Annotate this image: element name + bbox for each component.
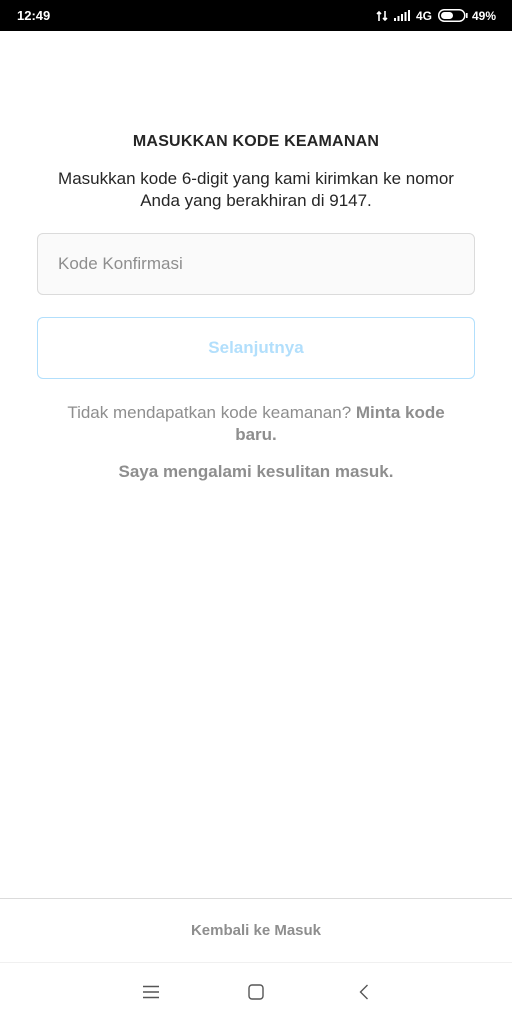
confirmation-code-field[interactable] (37, 233, 475, 295)
back-icon (359, 984, 369, 1005)
home-button[interactable] (243, 981, 269, 1007)
status-bar: 12:49 4G 49% (0, 0, 512, 31)
system-navigation-bar (0, 962, 512, 1024)
signal-arrows-icon (376, 10, 388, 22)
battery-percent: 49% (471, 8, 496, 23)
home-icon (248, 983, 264, 1005)
next-button[interactable]: Selanjutnya (37, 317, 475, 379)
network-type: 4G (415, 8, 432, 23)
cell-signal-icon (393, 10, 410, 21)
instructions-text: Masukkan kode 6-digit yang kami kirimkan… (58, 169, 454, 210)
confirmation-code-input[interactable] (58, 234, 474, 294)
status-icons: 4G 49% (376, 9, 496, 23)
page-title: MASUKKAN KODE KEAMANAN (132, 133, 380, 150)
back-button[interactable] (351, 981, 377, 1007)
battery-indicator: 49% (437, 8, 496, 23)
back-to-login-link[interactable]: Kembali ke Masuk (0, 899, 512, 962)
resend-code-text: Tidak mendapatkan kode keamanan? Minta k… (46, 402, 466, 446)
battery-icon (437, 9, 468, 22)
menu-icon (143, 985, 159, 1004)
resend-prompt: Tidak mendapatkan kode keamanan? (67, 403, 352, 422)
status-time: 12:49 (17, 8, 51, 23)
menu-button[interactable] (138, 981, 164, 1007)
trouble-logging-in-link[interactable]: Saya mengalami kesulitan masuk. (0, 462, 512, 482)
